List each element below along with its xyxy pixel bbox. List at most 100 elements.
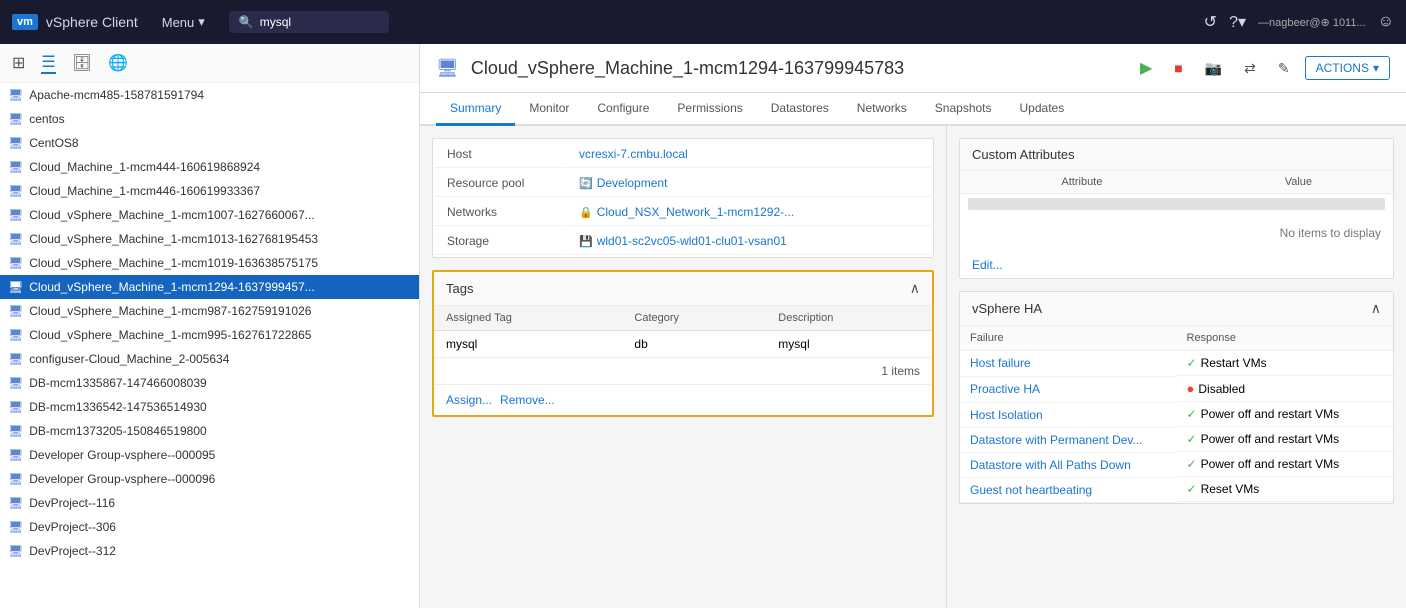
search-bar[interactable]: 🔍 bbox=[229, 11, 389, 33]
vm-item-icon: 🖥 bbox=[8, 256, 23, 270]
vm-item-icon: 🖥 bbox=[8, 448, 23, 462]
ha-response-text: Disabled bbox=[1198, 382, 1245, 396]
col-assigned-tag: Assigned Tag bbox=[434, 306, 622, 331]
sidebar-item-label: Cloud_vSphere_Machine_1-mcm1019-16363857… bbox=[29, 256, 318, 270]
edit-link[interactable]: Edit... bbox=[960, 252, 1393, 278]
check-icon: ✓ bbox=[1187, 457, 1197, 471]
warning-icon: ● bbox=[1187, 381, 1195, 396]
sidebar-item-label: DevProject--306 bbox=[29, 520, 116, 534]
sidebar-item[interactable]: 🖥 Cloud_Machine_1-mcm444-160619868924 bbox=[0, 155, 419, 179]
sidebar-item[interactable]: 🖥 DevProject--312 bbox=[0, 539, 419, 563]
ha-failure[interactable]: Datastore with Permanent Dev... bbox=[960, 427, 1177, 452]
content-header: 🖥 Cloud_vSphere_Machine_1-mcm1294-163799… bbox=[420, 44, 1406, 93]
pool-icon: 🔄 bbox=[579, 177, 593, 190]
tab-configure[interactable]: Configure bbox=[583, 93, 663, 126]
sidebar-item[interactable]: 🖥 Cloud_Machine_1-mcm446-160619933367 bbox=[0, 179, 419, 203]
content-area: 🖥 Cloud_vSphere_Machine_1-mcm1294-163799… bbox=[420, 44, 1406, 608]
sidebar-item[interactable]: 🖥 CentOS8 bbox=[0, 131, 419, 155]
label-resource-pool: Resource pool bbox=[435, 170, 565, 197]
tab-permissions[interactable]: Permissions bbox=[663, 93, 756, 126]
sidebar-item[interactable]: 🖥 DevProject--116 bbox=[0, 491, 419, 515]
sidebar-item[interactable]: 🖥 configuser-Cloud_Machine_2-005634 bbox=[0, 347, 419, 371]
ha-response-text: Reset VMs bbox=[1201, 482, 1260, 496]
vsphere-ha-collapse-icon[interactable]: ∧ bbox=[1371, 300, 1381, 317]
user-info[interactable]: —nagbeer@⊕ 1011... bbox=[1258, 16, 1366, 29]
tab-networks[interactable]: Networks bbox=[843, 93, 921, 126]
tab-updates[interactable]: Updates bbox=[1006, 93, 1079, 126]
vm-item-icon: 🖥 bbox=[8, 352, 23, 366]
migrate-icon[interactable]: ⇄ bbox=[1237, 56, 1263, 81]
database-icon[interactable]: 🗄 bbox=[72, 53, 92, 73]
ha-failure[interactable]: Host Isolation bbox=[960, 402, 1177, 427]
page-title: Cloud_vSphere_Machine_1-mcm1294-16379994… bbox=[471, 58, 904, 79]
sidebar-item-label: Apache-mcm485-158781591794 bbox=[29, 88, 204, 102]
menu-button[interactable]: Menu ▾ bbox=[154, 10, 213, 34]
stop-icon[interactable]: ■ bbox=[1167, 56, 1189, 80]
sidebar-item[interactable]: 🖥 Developer Group-vsphere--000096 bbox=[0, 467, 419, 491]
remove-button[interactable]: Remove... bbox=[500, 393, 555, 407]
help-icon[interactable]: ?▾ bbox=[1229, 12, 1246, 32]
play-icon[interactable]: ▶ bbox=[1133, 54, 1159, 82]
sidebar-item-label: CentOS8 bbox=[29, 136, 78, 150]
monitor-icon[interactable]: ☰ bbox=[41, 52, 55, 74]
check-icon: ✓ bbox=[1187, 356, 1197, 370]
ha-failure[interactable]: Proactive HA bbox=[960, 376, 1177, 402]
ha-row: Datastore with Permanent Dev... ✓ Power … bbox=[960, 427, 1393, 452]
sidebar-item[interactable]: 🖥 DB-mcm1336542-147536514930 bbox=[0, 395, 419, 419]
tab-snapshots[interactable]: Snapshots bbox=[921, 93, 1006, 126]
grid-icon[interactable]: ⊞ bbox=[12, 53, 25, 73]
ha-failure[interactable]: Datastore with All Paths Down bbox=[960, 452, 1177, 477]
sidebar-item[interactable]: 🖥 Cloud_vSphere_Machine_1-mcm1013-162768… bbox=[0, 227, 419, 251]
value-host[interactable]: vcresxi-7.cmbu.local bbox=[567, 141, 931, 168]
tags-header-row: Assigned Tag Category Description bbox=[434, 306, 932, 331]
value-resource-pool[interactable]: 🔄 Development bbox=[567, 170, 931, 197]
sidebar-item[interactable]: 🖥 DB-mcm1373205-150846519800 bbox=[0, 419, 419, 443]
sidebar-item-label: Developer Group-vsphere--000095 bbox=[29, 448, 215, 462]
vm-item-icon: 🖥 bbox=[8, 400, 23, 414]
vm-item-icon: 🖥 bbox=[8, 112, 23, 126]
edit-icon[interactable]: ✎ bbox=[1271, 56, 1297, 81]
actions-button[interactable]: ACTIONS ▾ bbox=[1305, 56, 1390, 80]
check-icon: ✓ bbox=[1187, 432, 1197, 446]
tab-summary[interactable]: Summary bbox=[436, 93, 515, 126]
sidebar-item[interactable]: 🖥 DB-mcm1335867-147466008039 bbox=[0, 371, 419, 395]
ha-failure[interactable]: Guest not heartbeating bbox=[960, 477, 1177, 502]
check-icon: ✓ bbox=[1187, 482, 1197, 496]
user-avatar-icon[interactable]: ☺ bbox=[1378, 13, 1394, 31]
vm-logo: vm bbox=[12, 14, 38, 30]
tags-collapse-icon[interactable]: ∧ bbox=[910, 280, 920, 297]
attr-header-row: Attribute Value bbox=[960, 171, 1393, 194]
sidebar-item[interactable]: 🖥 Cloud_vSphere_Machine_1-mcm995-1627617… bbox=[0, 323, 419, 347]
scrollbar[interactable] bbox=[968, 198, 1385, 210]
sidebar-item[interactable]: 🖥 Apache-mcm485-158781591794 bbox=[0, 83, 419, 107]
sidebar-item[interactable]: 🖥 centos bbox=[0, 107, 419, 131]
sidebar-item[interactable]: 🖥 DevProject--306 bbox=[0, 515, 419, 539]
snapshot-icon[interactable]: 📷 bbox=[1198, 56, 1229, 81]
sidebar-item[interactable]: 🖥 Developer Group-vsphere--000095 bbox=[0, 443, 419, 467]
sidebar-item[interactable]: 🖥 Cloud_vSphere_Machine_1-mcm1019-163638… bbox=[0, 251, 419, 275]
tab-datastores[interactable]: Datastores bbox=[757, 93, 843, 126]
custom-attributes-card: Custom Attributes Attribute Value No ite… bbox=[959, 138, 1394, 279]
vm-details-card: Host vcresxi-7.cmbu.local Resource pool … bbox=[432, 138, 934, 258]
assign-button[interactable]: Assign... bbox=[446, 393, 492, 407]
sidebar-item-selected[interactable]: 🖥 Cloud_vSphere_Machine_1-mcm1294-163799… bbox=[0, 275, 419, 299]
search-input[interactable] bbox=[260, 15, 360, 29]
main-layout: ⊞ ☰ 🗄 🌐 🖥 Apache-mcm485-158781591794 🖥 c… bbox=[0, 44, 1406, 608]
sidebar-item[interactable]: 🖥 Cloud_vSphere_Machine_1-mcm987-1627591… bbox=[0, 299, 419, 323]
refresh-icon[interactable]: ↺ bbox=[1204, 12, 1217, 32]
ha-failure[interactable]: Host failure bbox=[960, 351, 1177, 377]
vsphere-ha-header: vSphere HA ∧ bbox=[960, 292, 1393, 326]
custom-attributes-title: Custom Attributes bbox=[972, 147, 1075, 162]
table-row: Networks 🔒 Cloud_NSX_Network_1-mcm1292-.… bbox=[435, 199, 931, 226]
ha-table: Failure Response Host failure ✓ Rest bbox=[960, 326, 1393, 503]
table-row: Host vcresxi-7.cmbu.local bbox=[435, 141, 931, 168]
network-icon: 🔒 bbox=[579, 206, 593, 219]
col-failure: Failure bbox=[960, 326, 1177, 351]
sidebar-item[interactable]: 🖥 Cloud_vSphere_Machine_1-mcm1007-162766… bbox=[0, 203, 419, 227]
tab-monitor[interactable]: Monitor bbox=[515, 93, 583, 126]
sidebar-item-label: Cloud_vSphere_Machine_1-mcm1007-16276600… bbox=[29, 208, 315, 222]
value-storage[interactable]: 💾 wld01-sc2vc05-wld01-clu01-vsan01 bbox=[567, 228, 931, 255]
globe-icon[interactable]: 🌐 bbox=[108, 53, 128, 73]
sidebar-item-label: DevProject--116 bbox=[29, 496, 115, 510]
value-networks[interactable]: 🔒 Cloud_NSX_Network_1-mcm1292-... bbox=[567, 199, 931, 226]
